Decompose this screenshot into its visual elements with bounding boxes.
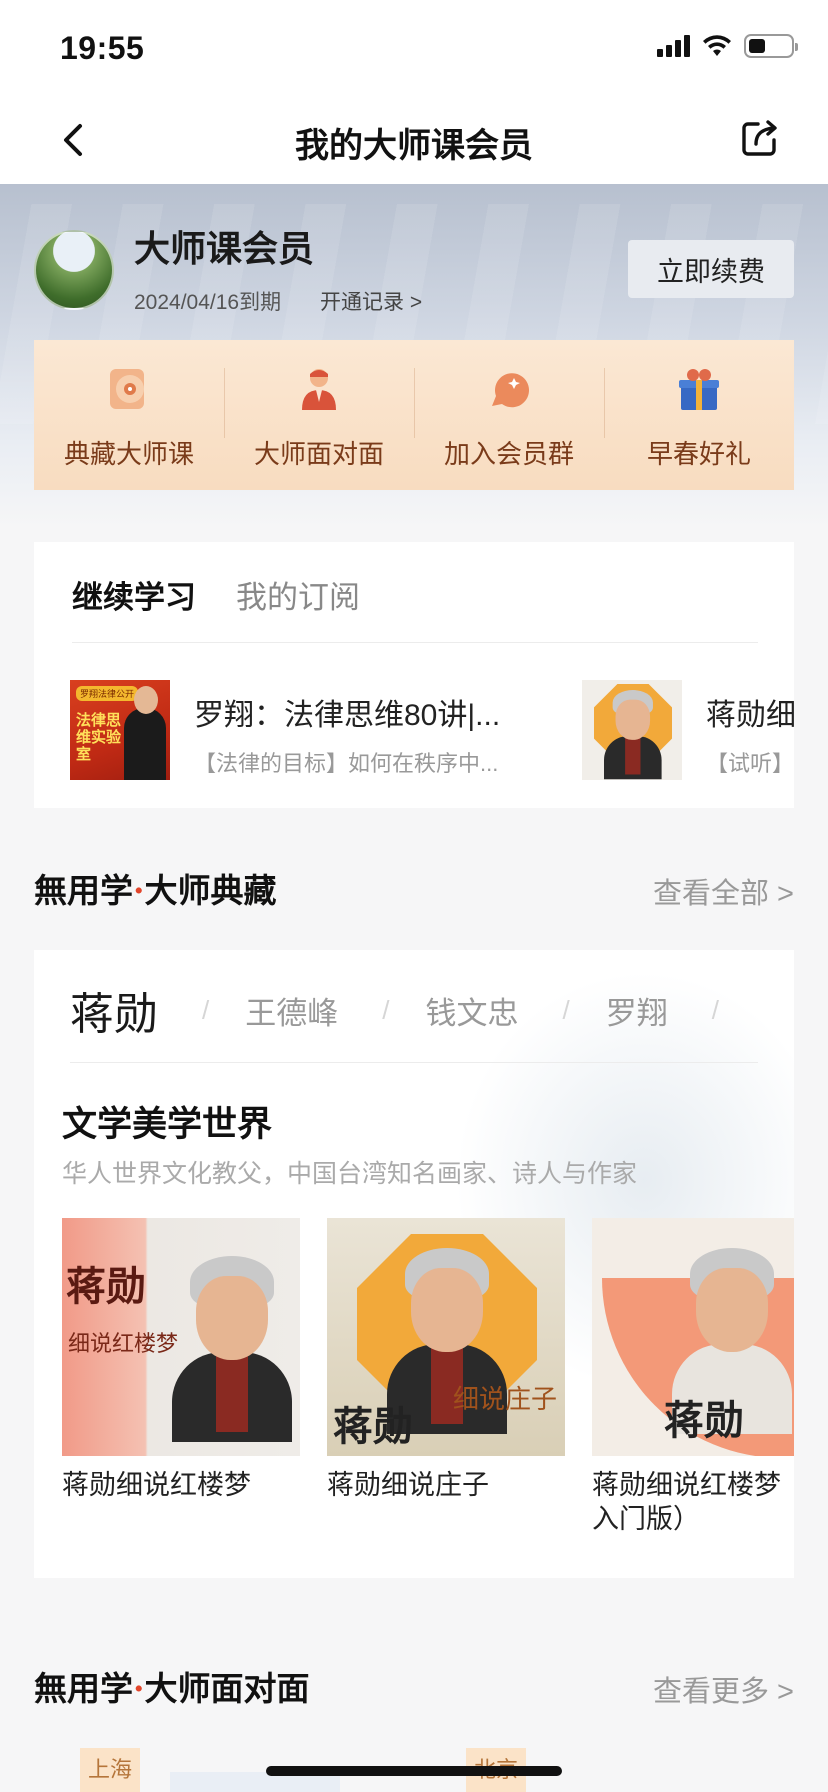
battery-level	[749, 39, 765, 53]
nav-bar: 我的大师课会员	[0, 96, 828, 184]
wifi-icon	[703, 35, 731, 56]
book-cover: 蒋勋 细说红楼梦	[62, 1218, 300, 1456]
course-item[interactable]: 罗翔法律公开 法律思维实验室 罗翔：法律思维80讲|... 【法律的目标】如何在…	[70, 680, 500, 784]
renew-button[interactable]: 立即续费	[628, 240, 794, 298]
master-tabs: 蒋勋 / 王德峰 / 钱文忠 / 罗翔 /	[70, 978, 755, 1042]
book-cover: 蒋勋	[592, 1218, 794, 1456]
course-subtitle: 【试听】	[706, 751, 794, 776]
cover-name: 蒋勋	[664, 1397, 744, 1444]
cover-subtitle: 细说庄子	[452, 1385, 557, 1415]
cover-subtitle: 细说红楼梦	[68, 1332, 179, 1357]
master-description: 华人世界文化教父，中国台湾知名画家、诗人与作家	[62, 1160, 638, 1188]
face-to-face-section-header: 無用学·大师面对面 查看更多 >	[34, 1662, 794, 1712]
member-title: 大师课会员	[134, 228, 315, 269]
section-title-text: 大师典藏	[144, 871, 277, 910]
course-cover: 罗翔法律公开 法律思维实验室	[70, 680, 170, 780]
perk-label: 加入会员群	[443, 439, 574, 469]
home-indicator[interactable]	[266, 1766, 562, 1776]
perk-collection[interactable]: 典藏大师课	[34, 340, 224, 490]
master-heading: 文学美学世界	[62, 1105, 273, 1144]
page-title: 我的大师课会员	[295, 127, 533, 165]
logo-dot: ·	[133, 1669, 145, 1708]
disc-icon	[110, 369, 144, 409]
course-title: 罗翔：法律思维80讲|...	[194, 699, 501, 732]
book-title: 蒋勋细说庄子	[327, 1470, 489, 1500]
member-expire-date: 2024/04/16到期	[134, 291, 282, 314]
tab-master-jiangxun[interactable]: 蒋勋	[70, 978, 158, 1042]
section-title: 無用学·大师面对面	[34, 1662, 310, 1710]
tab-master-wangdefeng[interactable]: 王德峰	[245, 988, 338, 1033]
cover-tag: 罗翔法律公开	[76, 686, 139, 701]
status-bar: 19:55	[0, 0, 828, 96]
membership-header: 大师课会员 2024/04/16到期 开通记录 > 立即续费 典藏大师课 大师面…	[0, 184, 828, 528]
speaker-icon	[302, 369, 336, 410]
divider	[72, 642, 758, 643]
brand-logo: 無用学	[34, 871, 133, 910]
perk-label: 大师面对面	[253, 439, 384, 469]
book-list: 蒋勋 细说红楼梦 蒋勋细说红楼梦 蒋勋 细说庄子 蒋勋细说庄子 蒋勋 蒋勋细说红…	[62, 1218, 794, 1548]
brand-logo: 無用学	[34, 1669, 133, 1708]
share-icon[interactable]	[738, 116, 782, 160]
section-title: 無用学·大师典藏	[34, 864, 277, 912]
perks-bar: 典藏大师课 大师面对面 加入会员群 早春好礼	[34, 340, 794, 490]
cover-name: 蒋勋	[66, 1263, 146, 1310]
course-cover	[582, 680, 682, 780]
book-item[interactable]: 蒋勋 细说庄子 蒋勋细说庄子	[327, 1218, 565, 1502]
logo-dot: ·	[133, 871, 145, 910]
course-subtitle: 【法律的目标】如何在秩序中...	[194, 751, 499, 776]
master-collection-card: 蒋勋 / 王德峰 / 钱文忠 / 罗翔 / 文学美学世界 华人世界文化教父，中国…	[34, 950, 794, 1578]
perk-label: 典藏大师课	[63, 439, 194, 469]
battery-icon	[744, 34, 798, 58]
perk-spring-gift[interactable]: 早春好礼	[604, 340, 794, 490]
course-item[interactable]: 蒋勋细 【试听】	[582, 680, 794, 784]
perk-label: 早春好礼	[646, 439, 751, 469]
book-title: 蒋勋细说红楼梦	[62, 1470, 251, 1500]
tab-master-qianwenzhong[interactable]: 钱文忠	[425, 988, 518, 1033]
perk-join-group[interactable]: 加入会员群	[414, 340, 604, 490]
city-tag: 上海	[80, 1748, 141, 1792]
course-title: 蒋勋细	[706, 699, 794, 732]
view-more-link[interactable]: 查看更多 >	[653, 1668, 794, 1710]
learning-tabs: 继续学习 我的订阅	[72, 572, 360, 617]
section-title-text: 大师面对面	[144, 1669, 310, 1708]
tab-continue-learning[interactable]: 继续学习	[72, 572, 196, 617]
cellular-signal-icon	[657, 35, 690, 57]
avatar[interactable]	[34, 230, 114, 310]
perk-face-to-face[interactable]: 大师面对面	[224, 340, 414, 490]
status-time: 19:55	[60, 30, 145, 66]
book-title: 蒋勋细说红楼梦入门版）	[592, 1470, 781, 1534]
divider	[70, 1062, 758, 1063]
gift-icon	[679, 369, 719, 410]
cover-portrait	[124, 686, 166, 780]
cover-name: 蒋勋	[333, 1403, 413, 1450]
chat-icon	[492, 373, 529, 408]
purchase-history-link[interactable]: 开通记录 >	[320, 286, 422, 316]
book-cover: 蒋勋 细说庄子	[327, 1218, 565, 1456]
view-all-link[interactable]: 查看全部 >	[653, 870, 794, 912]
book-item[interactable]: 蒋勋 细说红楼梦 蒋勋细说红楼梦	[62, 1218, 300, 1502]
tab-my-subscriptions[interactable]: 我的订阅	[236, 572, 360, 617]
learning-card: 继续学习 我的订阅 罗翔法律公开 法律思维实验室 罗翔：法律思维80讲|... …	[34, 542, 794, 808]
status-icons	[657, 34, 798, 58]
collection-section-header: 無用学·大师典藏 查看全部 >	[34, 864, 794, 914]
tab-master-luoxiang[interactable]: 罗翔	[606, 988, 668, 1033]
book-item[interactable]: 蒋勋 蒋勋细说红楼梦入门版）	[592, 1218, 794, 1536]
course-list: 罗翔法律公开 法律思维实验室 罗翔：法律思维80讲|... 【法律的目标】如何在…	[70, 680, 794, 784]
